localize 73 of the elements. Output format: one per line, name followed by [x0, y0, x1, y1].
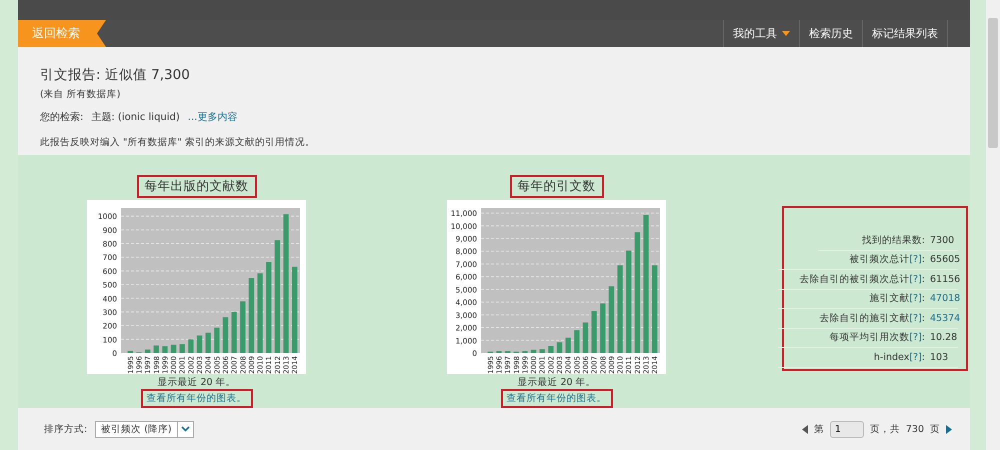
chart-bar	[582, 322, 588, 353]
help-link[interactable]: [?]	[909, 312, 922, 324]
chart-bar	[196, 336, 202, 353]
chart-bar	[180, 344, 185, 353]
chart-bar	[154, 345, 159, 353]
page-prefix-text: 第	[814, 422, 824, 436]
stat-value-link[interactable]: 45374	[930, 312, 958, 324]
help-link[interactable]: [?]	[909, 352, 922, 363]
chart-bar	[162, 346, 168, 353]
stat-label: 去除自引的施引文献	[819, 312, 910, 325]
next-page-icon[interactable]	[946, 424, 952, 434]
stat-label: 去除自引的被引频次总计	[799, 272, 910, 286]
chart-bar	[214, 328, 220, 353]
page-number-field[interactable]: 1	[830, 420, 864, 438]
chart-bar	[144, 350, 150, 353]
stat-value: 7300	[930, 234, 956, 246]
source-text: (来自 所有数据库)	[40, 88, 122, 101]
stat-value: 65605	[930, 254, 958, 266]
chart-title: 每年的引文数	[510, 175, 604, 198]
chart-bar	[548, 346, 554, 353]
chart-caption: 显示最近 20 年。	[157, 376, 236, 389]
stat-value: 61156	[930, 274, 958, 285]
colon-text: :	[922, 312, 925, 324]
chart-bar	[128, 350, 133, 353]
query-label: 您的检索:	[40, 110, 84, 124]
colon-text: :	[922, 332, 925, 344]
stat-label: h-index	[874, 352, 910, 363]
stat-value-link[interactable]: 47018	[930, 293, 958, 304]
stat-label: 施引文献	[869, 292, 910, 306]
chart-bar	[170, 344, 176, 353]
chart-bar	[188, 339, 194, 353]
chart-bar	[566, 338, 571, 353]
total-pages-text: 730	[906, 424, 924, 434]
chart-bar	[540, 349, 545, 353]
all-years-chart-link[interactable]: 查看所有年份的图表。	[500, 389, 612, 408]
report-title: 引文报告: 近似值 7,300	[40, 66, 191, 84]
report-note: 此报告反映对编入 "所有数据库" 索引的来源文献的引用情况。	[40, 136, 316, 149]
chart-caption: 显示最近 20 年。	[517, 376, 596, 389]
chart-bar	[556, 342, 562, 353]
previous-page-icon[interactable]	[802, 424, 808, 434]
colon-text: :	[922, 254, 925, 266]
colon-text: :	[922, 352, 925, 363]
stat-label: 被引频次总计	[849, 253, 910, 266]
all-years-chart-link[interactable]: 查看所有年份的图表。	[140, 389, 252, 408]
help-link[interactable]: [?]	[909, 274, 922, 285]
chart-bar	[591, 311, 597, 353]
stat-label: 每项平均引用次数	[829, 331, 910, 344]
colon-text: :	[922, 293, 925, 304]
chart-bar	[600, 303, 606, 353]
colon-text: :	[922, 274, 925, 285]
query-text: 主题: (ionic liquid)	[91, 110, 180, 124]
more-link[interactable]: ...更多内容	[188, 110, 238, 124]
back-to-search-tab[interactable]: 返回检索	[18, 20, 106, 47]
chart-bar	[530, 350, 536, 353]
chart-bar	[206, 332, 211, 353]
chart-bar	[240, 301, 246, 353]
chart-title: 每年出版的文献数	[136, 175, 256, 198]
page-suffix-text: 页	[930, 422, 940, 436]
chart-bar	[608, 286, 614, 353]
page-middle-text: 页，共	[870, 422, 900, 436]
chart-bar	[231, 312, 237, 353]
stat-value: 103	[930, 352, 950, 363]
chevron-down-icon	[180, 426, 190, 432]
sort-label: 排序方式:	[44, 422, 88, 436]
help-link[interactable]: [?]	[909, 254, 922, 266]
help-link[interactable]: [?]	[909, 293, 922, 304]
sort-dropdown[interactable]: 被引频次 (降序)	[95, 420, 194, 438]
chart-bar	[574, 330, 580, 353]
help-link[interactable]: [?]	[909, 332, 922, 344]
stat-value: 10.28	[930, 332, 958, 344]
stat-label: 找到的结果数:	[862, 234, 925, 247]
scrollbar[interactable]	[986, 0, 1000, 450]
chart-bar	[222, 317, 228, 353]
